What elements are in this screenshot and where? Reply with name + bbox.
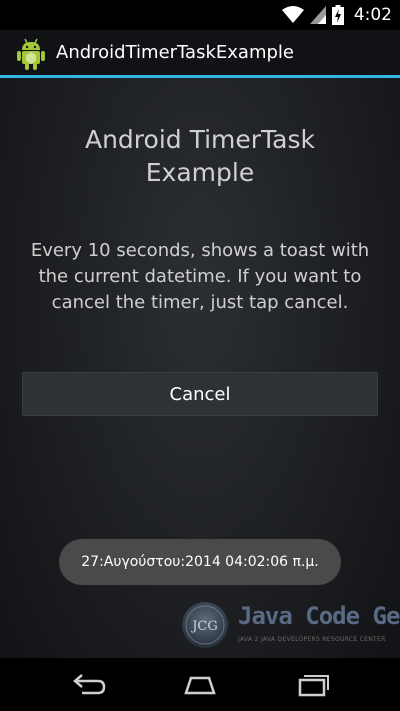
wifi-icon xyxy=(281,6,304,23)
back-icon[interactable] xyxy=(68,670,108,700)
battery-charging-icon xyxy=(331,5,344,25)
app-screen: 4:02 AndroidTimerTaskExample Android Tim… xyxy=(0,0,400,711)
navigation-bar xyxy=(0,658,400,711)
toast-message: 27:Αυγούστου:2014 04:02:06 π.μ. xyxy=(59,539,341,585)
cancel-button[interactable]: Cancel xyxy=(22,372,378,416)
recent-apps-icon[interactable] xyxy=(292,670,332,700)
status-icons: 4:02 xyxy=(281,4,392,26)
toast-text: 27:Αυγούστου:2014 04:02:06 π.μ. xyxy=(81,554,319,570)
watermark-tagline: JAVA 2 JAVA DEVELOPERS RESOURCE CENTER xyxy=(238,636,386,643)
cancel-button-label: Cancel xyxy=(169,383,231,405)
action-bar: AndroidTimerTaskExample xyxy=(0,30,400,78)
watermark: JCG Java Code Geeks JAVA 2 JAVA DEVELOPE… xyxy=(180,596,400,654)
headline-text: Android TimerTask Example xyxy=(84,125,316,187)
home-icon[interactable] xyxy=(180,670,220,700)
description-text: Every 10 seconds, shows a toast with the… xyxy=(30,240,370,313)
status-bar: 4:02 xyxy=(0,0,400,30)
app-title: AndroidTimerTaskExample xyxy=(56,42,294,63)
watermark-name: Java Code Geeks xyxy=(238,602,400,630)
signal-icon xyxy=(309,6,326,24)
jcg-logo-initials: JCG xyxy=(190,619,218,634)
status-time: 4:02 xyxy=(353,5,392,25)
jcg-logo-icon: JCG xyxy=(182,602,228,648)
android-app-icon xyxy=(17,38,45,70)
